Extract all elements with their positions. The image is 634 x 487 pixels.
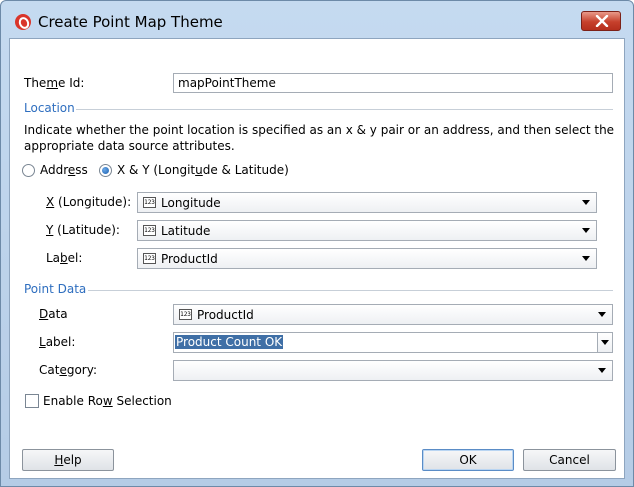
close-button[interactable] (581, 11, 621, 31)
point-data-data-combo[interactable]: 123 ProductId (173, 304, 613, 325)
x-longitude-combo[interactable]: 123 Longitude (137, 192, 597, 213)
enable-row-selection-label[interactable]: Enable Row Selection (43, 394, 172, 408)
numeric-type-icon: 123 (143, 253, 156, 264)
point-data-section-title: Point Data (24, 282, 87, 296)
title-bar[interactable]: Create Point Map Theme (1, 1, 633, 39)
point-data-label-dropdown-button[interactable] (597, 333, 612, 352)
category-label: Category: (39, 363, 97, 377)
numeric-type-icon: 123 (143, 197, 156, 208)
chevron-down-icon[interactable] (582, 200, 590, 205)
location-label-label: Label: (46, 251, 83, 265)
theme-id-input[interactable]: mapPointTheme (173, 73, 613, 93)
help-button[interactable]: Help (22, 449, 114, 471)
enable-row-selection-checkbox[interactable] (25, 394, 39, 408)
point-data-label-combo[interactable]: Product Count OK (173, 332, 613, 353)
theme-id-label: Theme Id: (24, 76, 85, 90)
x-longitude-label: X (Longitude): (46, 195, 132, 209)
numeric-type-icon: 123 (143, 225, 156, 236)
chevron-down-icon[interactable] (601, 340, 609, 345)
category-combo[interactable] (173, 360, 613, 381)
address-radio-label[interactable]: Address (40, 163, 88, 177)
point-data-data-label: Data (39, 307, 68, 321)
location-description-line2: appropriate data source attributes. (24, 139, 235, 153)
point-data-divider (88, 290, 613, 291)
y-latitude-combo[interactable]: 123 Latitude (137, 220, 597, 241)
point-data-label-input[interactable]: Product Count OK (175, 335, 284, 349)
location-label-combo[interactable]: 123 ProductId (137, 248, 597, 269)
dialog-title: Create Point Map Theme (38, 13, 223, 31)
point-data-label-label: Label: (39, 335, 76, 349)
xy-radio-label[interactable]: X & Y (Longitude & Latitude) (117, 163, 289, 177)
oracle-jdeveloper-icon (15, 14, 31, 30)
close-icon (595, 15, 609, 27)
dialog-content: Theme Id: mapPointTheme Location Indicat… (9, 38, 625, 479)
location-label-value: ProductId (161, 252, 218, 266)
numeric-type-icon: 123 (179, 309, 192, 320)
location-section-title: Location (24, 101, 75, 115)
point-data-data-value: ProductId (197, 308, 254, 322)
location-description-line1: Indicate whether the point location is s… (24, 123, 615, 137)
chevron-down-icon[interactable] (582, 228, 590, 233)
chevron-down-icon[interactable] (598, 312, 606, 317)
cancel-button[interactable]: Cancel (523, 449, 616, 471)
x-longitude-value: Longitude (161, 196, 221, 210)
xy-radio[interactable] (99, 164, 112, 177)
chevron-down-icon[interactable] (598, 368, 606, 373)
address-radio[interactable] (22, 164, 35, 177)
y-latitude-label: Y (Latitude): (46, 223, 120, 237)
chevron-down-icon[interactable] (582, 256, 590, 261)
ok-button[interactable]: OK (422, 449, 514, 471)
y-latitude-value: Latitude (161, 224, 211, 238)
location-divider (76, 109, 613, 110)
dialog-window: Create Point Map Theme Theme Id: mapPoin… (0, 0, 634, 487)
